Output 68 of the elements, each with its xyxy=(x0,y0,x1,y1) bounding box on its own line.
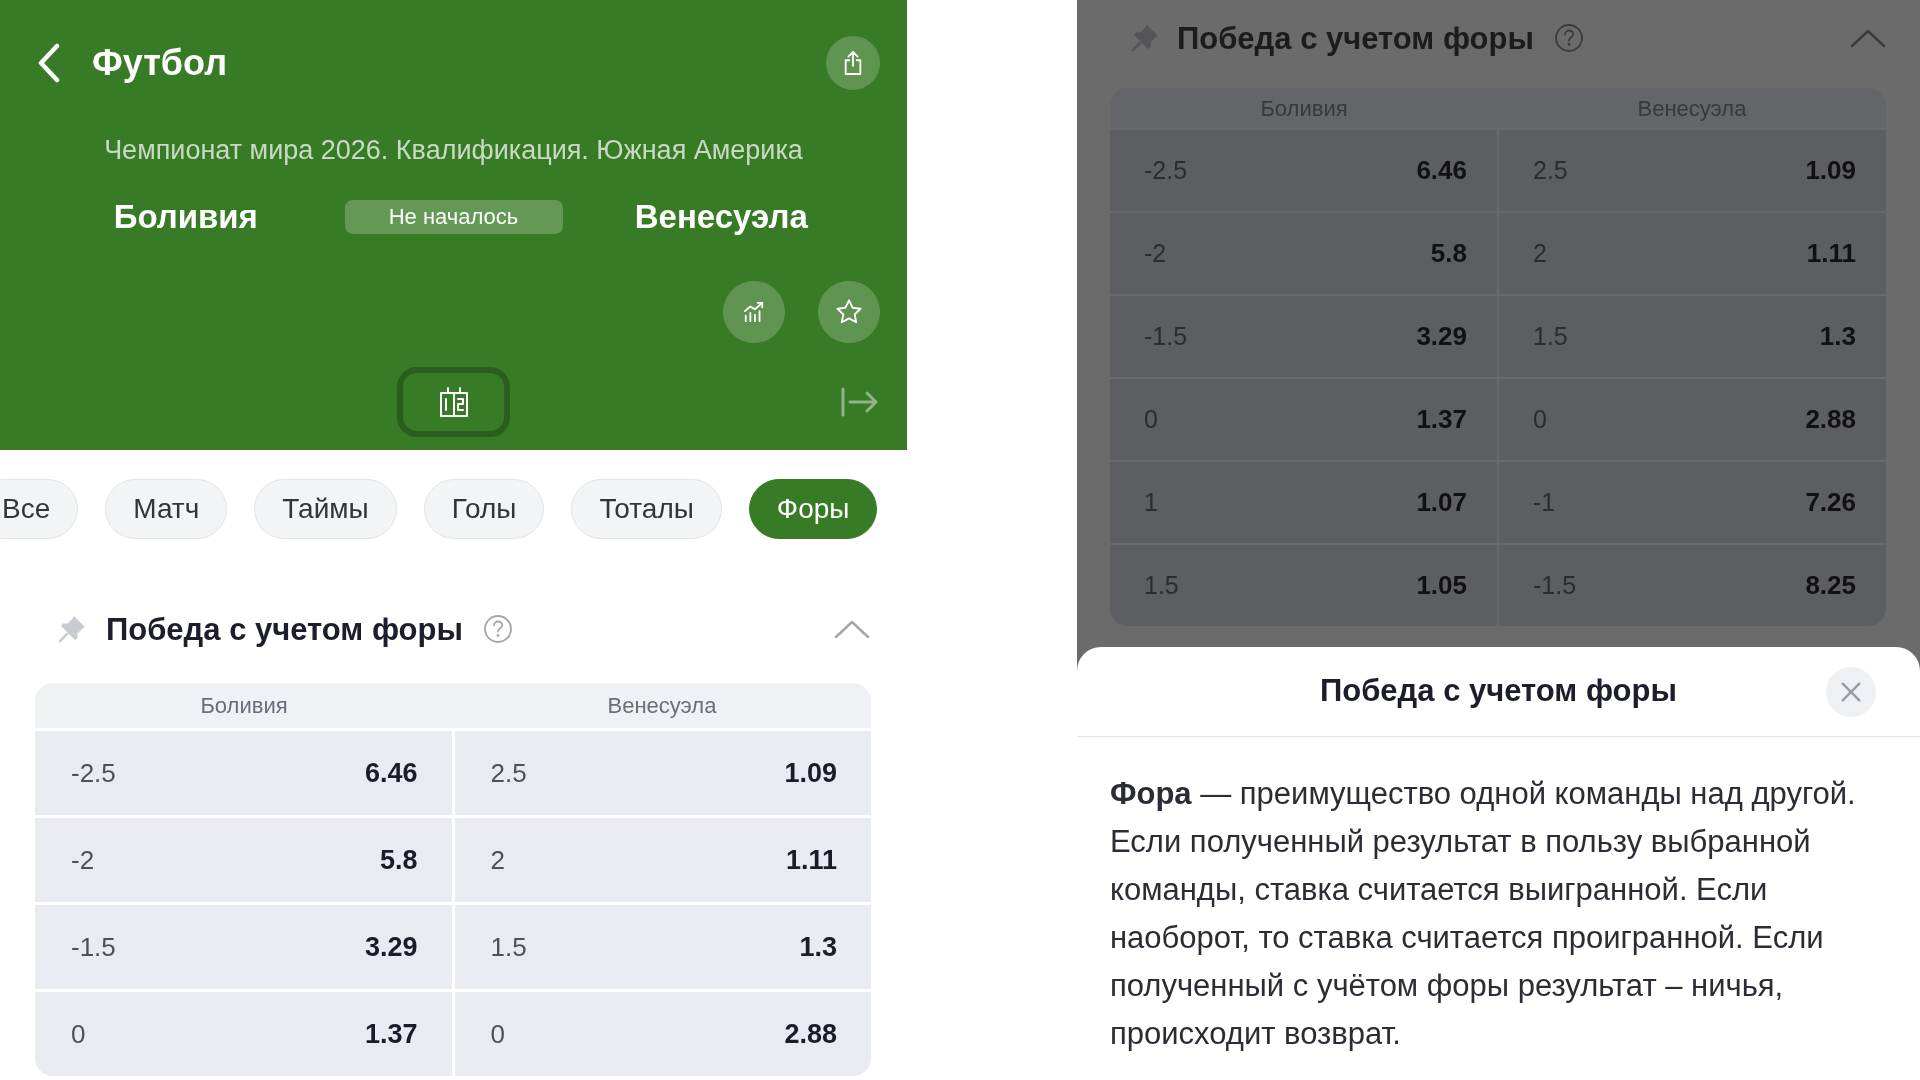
bet-cell[interactable]: -2 5.8 xyxy=(35,818,452,902)
odds-value: 2.88 xyxy=(1805,403,1856,436)
tournament-name: Чемпионат мира 2026. Квалификация. Южная Америка xyxy=(103,134,804,167)
star-icon xyxy=(835,298,863,326)
odds-value: 1.09 xyxy=(784,756,837,790)
odds-value: 1.3 xyxy=(1819,320,1856,353)
odds-value: 1.11 xyxy=(1806,237,1856,270)
away-team-name: Венесуэла xyxy=(634,197,808,237)
odds-value: 5.8 xyxy=(379,843,418,877)
market-tab[interactable]: Голы xyxy=(423,479,545,539)
handicap-value: -2 xyxy=(71,843,95,877)
odds-value: 1.09 xyxy=(1805,154,1856,187)
back-icon[interactable] xyxy=(37,43,61,83)
column-header: Боливия xyxy=(200,692,288,720)
handicap-value: -2.5 xyxy=(71,756,116,790)
handicap-value: -1.5 xyxy=(71,930,116,964)
handicap-value: 1.5 xyxy=(490,930,527,964)
help-icon[interactable] xyxy=(1554,23,1584,53)
odds-value: 1.11 xyxy=(785,843,837,877)
bet-cell[interactable]: 0 2.88 xyxy=(454,992,871,1076)
bet-cell[interactable]: 1.5 1.3 xyxy=(454,905,871,989)
market-tab[interactable]: Матч xyxy=(105,479,228,539)
column-header: Венесуэла xyxy=(607,692,717,720)
odds-value: 3.29 xyxy=(1416,320,1467,353)
scoreboard-icon xyxy=(438,386,469,418)
bet-cell[interactable]: 2 1.11 xyxy=(454,818,871,902)
odds-value: 8.25 xyxy=(1805,569,1856,602)
bet-cell[interactable]: -1.5 3.29 xyxy=(35,905,452,989)
handicap-value: 2.5 xyxy=(490,756,527,790)
odds-value: 6.46 xyxy=(364,756,418,790)
odds-value: 1.3 xyxy=(799,930,837,964)
share-button[interactable] xyxy=(826,36,880,90)
odds-value: 1.37 xyxy=(364,1017,418,1051)
odds-value: 7.26 xyxy=(1805,486,1856,519)
odds-value: 1.05 xyxy=(1416,569,1467,602)
pin-icon[interactable] xyxy=(57,614,87,644)
market-tab[interactable]: Форы xyxy=(748,479,878,539)
chevron-icon[interactable] xyxy=(834,619,870,639)
close-icon xyxy=(1839,679,1863,704)
handicap-value: 0 xyxy=(490,1017,505,1051)
sheet-title: Победа с учетом форы xyxy=(1320,672,1677,711)
bet-cell[interactable]: -2.5 6.46 xyxy=(35,731,452,815)
home-team-name: Боливия xyxy=(113,197,258,237)
arrow-to-right-icon[interactable] xyxy=(840,386,880,418)
description-text: Фора — преимущество одной команды над другой. Если полученный результат в пользу выбранной команды, ставка считается выигранной. Если наоборот, то ставка считается проигранной. Если полученный с учётом форы результат – ничья, происходит возврат. xyxy=(1110,775,1857,1053)
market-tab[interactable]: Тоталы xyxy=(571,479,722,539)
bet-cell[interactable]: 0 1.37 xyxy=(35,992,452,1076)
handicap-value: 2 xyxy=(490,843,505,877)
help-icon[interactable] xyxy=(483,614,513,644)
match-status-badge: Не началось xyxy=(344,200,563,234)
odds-value: 3.29 xyxy=(364,930,418,964)
handicap-value: 0 xyxy=(71,1017,86,1051)
market-tab[interactable]: Все xyxy=(0,479,79,539)
bet-cell[interactable]: 2.5 1.09 xyxy=(454,731,871,815)
close-button[interactable] xyxy=(1826,666,1876,717)
odds-value: 2.88 xyxy=(784,1017,837,1051)
odds-value: 5.8 xyxy=(1430,237,1467,270)
odds-value: 1.07 xyxy=(1416,486,1467,519)
chevron-icon[interactable] xyxy=(1850,28,1886,48)
odds-value: 6.46 xyxy=(1416,154,1467,187)
odds-value: 1.37 xyxy=(1416,403,1467,436)
share-icon xyxy=(842,50,864,76)
market-tab[interactable]: Таймы xyxy=(254,479,397,539)
market-title: Победа с учетом форы xyxy=(106,613,463,645)
scoreboard-button[interactable] xyxy=(397,367,510,437)
page-title: Футбол xyxy=(92,45,228,81)
chart-icon xyxy=(742,301,766,323)
market-title: Победа с учетом форы xyxy=(1177,22,1534,54)
